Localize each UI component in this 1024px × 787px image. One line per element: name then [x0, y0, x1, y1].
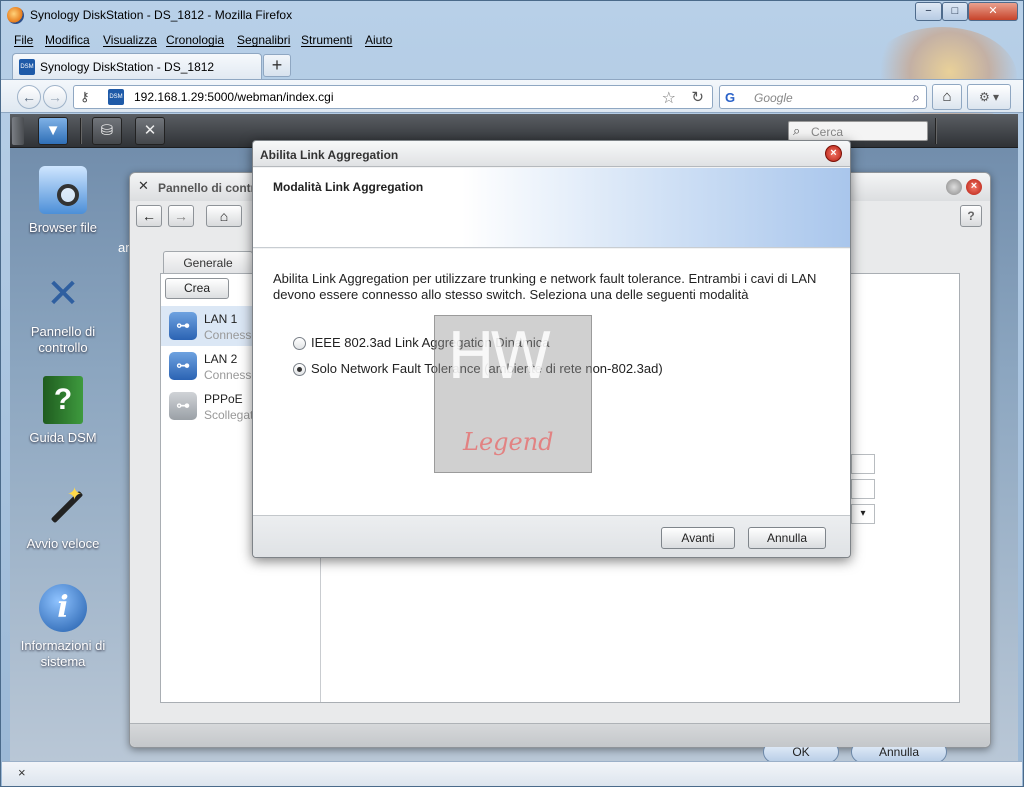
background-field[interactable]	[851, 454, 875, 474]
tools-icon: ✕	[46, 272, 80, 316]
tab-label: Synology DiskStation - DS_1812	[40, 60, 215, 74]
magic-wand-icon: ✦	[39, 482, 87, 530]
crea-button[interactable]: Crea	[165, 278, 229, 299]
tools-icon: ✕	[138, 178, 149, 193]
taskbar-separator	[80, 118, 82, 144]
menu-strumenti[interactable]: Strumenti	[301, 33, 352, 47]
interface-name: LAN 1	[204, 312, 238, 326]
desktop-label-partial: ar	[118, 240, 130, 255]
radio-button[interactable]	[293, 337, 306, 350]
key-icon: ⚷	[80, 89, 90, 104]
dialog-titlebar[interactable]: Abilita Link Aggregation ×	[253, 141, 850, 167]
menu-visualizza[interactable]: Visualizza	[103, 33, 157, 47]
watermark-hw: HW	[447, 320, 552, 394]
close-icon[interactable]: ×	[825, 145, 842, 162]
help-button[interactable]: ?	[960, 205, 982, 227]
network-icon: ⊶	[169, 352, 197, 380]
tab-generale[interactable]: Generale	[163, 251, 253, 275]
firefox-logo-icon	[7, 7, 24, 24]
interface-name: PPPoE	[204, 392, 243, 406]
menu-bar: File Modifica Visualizza Cronologia Segn…	[1, 31, 1023, 51]
maximize-button[interactable]: □	[942, 2, 968, 21]
desktop-label: Browser file	[29, 220, 97, 235]
interface-status: Connesso	[204, 328, 259, 342]
forward-button[interactable]: →	[168, 205, 194, 227]
status-bar: ×	[2, 761, 1022, 786]
navigation-bar: ← → ⚷ DSM 192.168.1.29:5000/webman/index…	[1, 79, 1023, 113]
close-window-button[interactable]: ✕	[968, 2, 1018, 21]
desktop-label: Avvio veloce	[26, 536, 100, 551]
desktop-icon-browser-file[interactable]: Browser file	[18, 166, 108, 236]
folder-search-icon	[39, 166, 87, 214]
taskbar-handle[interactable]	[12, 117, 24, 145]
desktop-label: Informazioni di sistema	[20, 638, 106, 669]
home-button[interactable]: ⌂	[932, 84, 962, 110]
radio-button-selected[interactable]	[293, 363, 306, 376]
desktop-icon-info-sistema[interactable]: i Informazioni di sistema	[18, 584, 108, 670]
desktop-label: Guida DSM	[29, 430, 97, 445]
window-title: Synology DiskStation - DS_1812 - Mozilla…	[30, 8, 293, 22]
search-icon: ⌕	[793, 123, 801, 138]
background-dropdown[interactable]: ▾	[851, 504, 875, 524]
google-icon[interactable]: G	[725, 90, 741, 106]
taskbar-separator	[935, 118, 937, 144]
pppoe-icon: ⊶	[169, 392, 197, 420]
watermark-logo: HW Legend	[434, 315, 592, 473]
close-statusbar-icon[interactable]: ×	[18, 765, 26, 780]
taskbar-search-placeholder: Cerca	[811, 125, 844, 139]
info-icon: i	[39, 584, 87, 632]
storage-manager-icon[interactable]: ⛁	[92, 117, 122, 145]
interface-status: Connesso	[204, 368, 259, 382]
search-placeholder[interactable]: Google	[754, 91, 793, 105]
watermark-legend: Legend	[463, 428, 554, 456]
new-tab-button[interactable]: +	[263, 54, 291, 77]
back-button[interactable]: ←	[136, 205, 162, 227]
search-icon[interactable]: ⌕	[912, 89, 920, 106]
tab-dsm[interactable]: DSM Synology DiskStation - DS_1812	[12, 53, 262, 79]
dialog-description: Abilita Link Aggregation per utilizzare …	[273, 271, 817, 302]
control-panel-statusbar	[130, 723, 990, 747]
main-menu-button[interactable]: ▼	[38, 117, 68, 145]
site-favicon-icon: DSM	[108, 89, 124, 105]
control-panel-taskbar-icon[interactable]: ✕	[135, 117, 165, 145]
address-bar[interactable]: ⚷ DSM 192.168.1.29:5000/webman/index.cgi…	[73, 85, 713, 109]
title-bar: Synology DiskStation - DS_1812 - Mozilla…	[1, 1, 1023, 31]
taskbar-search[interactable]: ⌕ Cerca	[788, 121, 928, 141]
minimize-button[interactable]: −	[915, 2, 942, 21]
menu-file[interactable]: File	[14, 33, 33, 47]
dialog-header: Modalità Link Aggregation	[253, 168, 850, 248]
network-icon: ⊶	[169, 312, 197, 340]
background-field[interactable]	[851, 479, 875, 499]
menu-cronologia[interactable]: Cronologia	[166, 33, 224, 47]
interface-name: LAN 2	[204, 352, 238, 366]
url-text[interactable]: 192.168.1.29:5000/webman/index.cgi	[134, 90, 333, 104]
reload-icon[interactable]: ↻	[691, 88, 704, 106]
menu-segnalibri[interactable]: Segnalibri	[237, 33, 290, 47]
menu-aiuto[interactable]: Aiuto	[365, 33, 392, 47]
back-button[interactable]: ←	[17, 85, 41, 109]
search-box[interactable]: G Google ⌕	[719, 85, 927, 109]
desktop-label: Pannello di controllo	[30, 324, 96, 355]
dialog-footer: Avanti Annulla	[253, 515, 850, 557]
desktop-icon-avvio-veloce[interactable]: ✦ Avvio veloce	[18, 482, 108, 552]
home-button[interactable]: ⌂	[206, 205, 242, 227]
menu-modifica[interactable]: Modifica	[45, 33, 90, 47]
firefox-window: Synology DiskStation - DS_1812 - Mozilla…	[0, 0, 1024, 787]
dsm-favicon-icon: DSM	[19, 59, 35, 75]
tab-bar: DSM Synology DiskStation - DS_1812 +	[1, 51, 1023, 79]
addon-menu-button[interactable]: ⚙ ▾	[967, 84, 1011, 110]
close-button[interactable]: ×	[966, 179, 982, 195]
dialog-header-title: Modalità Link Aggregation	[273, 180, 424, 194]
help-book-icon: ?	[43, 376, 83, 424]
desktop-icon-control-panel[interactable]: ✕ Pannello di controllo	[18, 270, 108, 356]
next-button[interactable]: Avanti	[661, 527, 735, 549]
bookmark-star-icon[interactable]: ☆	[662, 88, 676, 108]
desktop-icon-guida-dsm[interactable]: ? Guida DSM	[18, 376, 108, 446]
forward-button[interactable]: →	[43, 85, 67, 109]
minimize-button[interactable]	[946, 179, 962, 195]
dialog-cancel-button[interactable]: Annulla	[748, 527, 826, 549]
dialog-title: Abilita Link Aggregation	[260, 148, 399, 162]
